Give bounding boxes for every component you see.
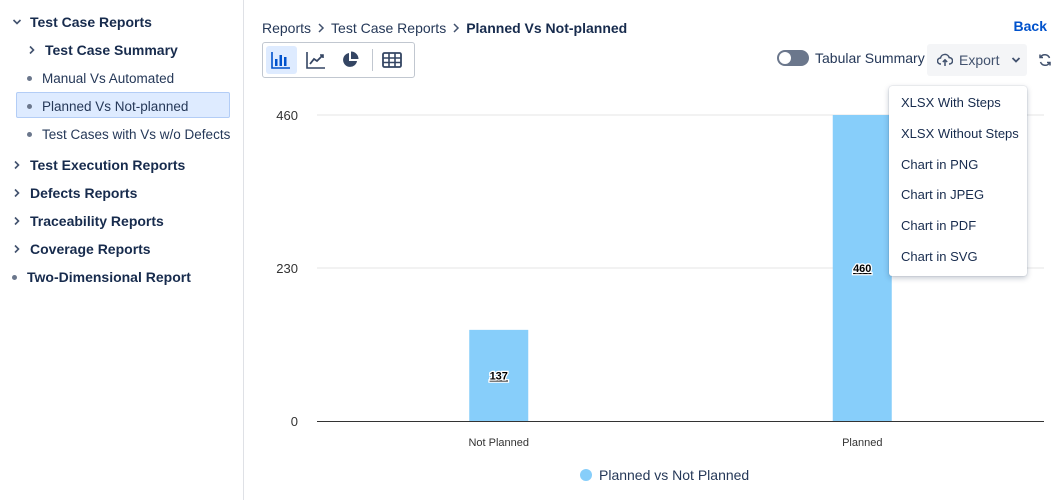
export-chart-pdf[interactable]: Chart in PDF [889, 211, 1027, 242]
export-xlsx-without-steps[interactable]: XLSX Without Steps [889, 119, 1027, 150]
bullet-dot-icon [27, 75, 32, 81]
sidebar-item-label: Traceability Reports [30, 213, 164, 229]
pie-chart-icon [343, 51, 359, 67]
bar-data-label: 137 [490, 370, 508, 382]
sidebar-item-label: Test Cases with Vs w/o Defects [42, 126, 231, 142]
legend-label: Planned vs Not Planned [599, 467, 750, 483]
sidebar-item-label: Test Case Reports [30, 14, 152, 30]
cloud-upload-icon [937, 53, 953, 66]
bullet-dot-icon [27, 131, 32, 137]
export-xlsx-with-steps[interactable]: XLSX With Steps [889, 88, 1027, 119]
sidebar-item[interactable]: Test Execution Reports [12, 153, 185, 177]
bar-chart-view-button[interactable] [266, 46, 297, 74]
pie-chart-view-button[interactable] [335, 46, 366, 74]
line-chart-icon [305, 52, 325, 69]
back-link[interactable]: Back [1014, 18, 1047, 34]
sidebar-item[interactable]: Traceability Reports [12, 209, 164, 233]
export-chart-jpeg[interactable]: Chart in JPEG [889, 180, 1027, 211]
chevron-down-icon [1012, 57, 1021, 63]
sidebar-item-label: Planned Vs Not-planned [42, 98, 189, 114]
legend-marker [580, 469, 592, 481]
y-tick-label: 0 [291, 414, 298, 429]
breadcrumb-test-case-reports[interactable]: Test Case Reports [331, 20, 446, 36]
table-icon [381, 52, 402, 68]
bar-data-label: 460 [853, 263, 871, 275]
export-button[interactable]: Export [927, 44, 1027, 76]
bar-chart-icon [271, 52, 291, 69]
sidebar-item[interactable]: Test Case Summary [27, 38, 178, 62]
line-chart-view-button[interactable] [301, 46, 332, 74]
export-label: Export [959, 52, 1000, 68]
breadcrumb-reports[interactable]: Reports [262, 20, 311, 36]
sidebar-item-label: Test Case Summary [45, 42, 178, 58]
sidebar-item[interactable]: Test Case Reports [12, 10, 152, 34]
chevron-right-icon [27, 45, 37, 55]
sidebar-item-label: Coverage Reports [30, 241, 151, 257]
sidebar-item[interactable]: Two-Dimensional Report [12, 265, 191, 289]
tabular-summary-control: Tabular Summary [777, 50, 925, 66]
table-view-button[interactable] [377, 46, 408, 74]
chevron-right-icon [12, 244, 22, 254]
chevron-right-icon [12, 216, 22, 226]
sidebar-item-label: Two-Dimensional Report [27, 269, 191, 285]
export-dropdown-menu: XLSX With Steps XLSX Without Steps Chart… [889, 86, 1027, 276]
refresh-icon[interactable] [1037, 52, 1053, 68]
sidebar-item[interactable]: Planned Vs Not-planned [27, 94, 188, 118]
chevron-right-icon [317, 23, 325, 33]
sidebar-item[interactable]: Defects Reports [12, 181, 137, 205]
chart-type-switcher [262, 42, 415, 78]
export-chart-png[interactable]: Chart in PNG [889, 150, 1027, 181]
tabular-summary-label: Tabular Summary [815, 50, 925, 66]
sidebar-item[interactable]: Coverage Reports [12, 237, 151, 261]
bullet-dot-icon [27, 103, 32, 109]
chart-legend[interactable]: Planned vs Not Planned [580, 467, 749, 483]
export-chart-svg[interactable]: Chart in SVG [889, 242, 1027, 273]
sidebar-item[interactable]: Manual Vs Automated [27, 66, 174, 90]
breadcrumb-current: Planned Vs Not-planned [466, 20, 628, 36]
chevron-right-icon [12, 160, 22, 170]
bullet-dot-icon [12, 274, 17, 280]
sidebar-item-label: Manual Vs Automated [42, 70, 175, 86]
toolbar-divider [371, 49, 373, 71]
sidebar-item[interactable]: Test Cases with Vs w/o Defects [27, 122, 230, 146]
chevron-down-icon [12, 17, 22, 27]
y-tick-label: 230 [276, 261, 298, 276]
sidebar-item-label: Test Execution Reports [30, 157, 186, 173]
sidebar: Test Case Reports Test Case Summary Manual… [0, 0, 244, 500]
y-tick-label: 460 [276, 108, 298, 123]
chevron-right-icon [12, 188, 22, 198]
tabular-summary-toggle[interactable] [777, 50, 809, 66]
chevron-right-icon [452, 23, 460, 33]
x-category-label: Not Planned [468, 437, 529, 449]
breadcrumb: Reports Test Case Reports Planned Vs Not… [262, 18, 627, 38]
x-category-label: Planned [842, 437, 882, 449]
sidebar-item-label: Defects Reports [30, 185, 138, 201]
